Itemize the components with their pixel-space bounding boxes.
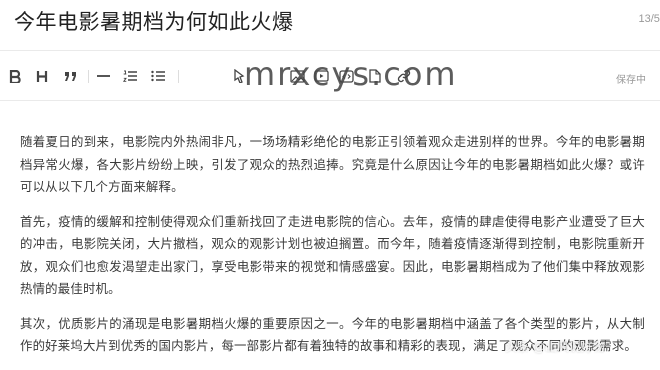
document-title-input[interactable]: 今年电影暑期档为何如此火爆	[14, 6, 294, 36]
unordered-list-icon	[151, 70, 165, 82]
image-button[interactable]	[288, 65, 306, 87]
ordered-list-button[interactable]	[121, 65, 139, 87]
ordered-list-icon	[123, 70, 137, 82]
link-icon	[397, 69, 411, 83]
heading-button[interactable]	[33, 65, 51, 87]
quote-icon	[64, 71, 76, 81]
heading-icon	[36, 70, 48, 82]
image-icon	[289, 69, 305, 83]
paragraph[interactable]: 随着夏日的到来，电影院内外热闹非凡，一场场精彩绝伦的电影正引领着观众走进别样的世…	[20, 131, 645, 199]
code-block-button[interactable]	[337, 65, 355, 87]
editor-content[interactable]: 随着夏日的到来，电影院内外热闹非凡，一场场精彩绝伦的电影正引领着观众走进别样的世…	[20, 131, 645, 370]
link-button[interactable]	[395, 65, 413, 87]
bold-icon	[9, 69, 21, 83]
paint-icon	[234, 69, 245, 83]
horizontal-rule-button[interactable]	[94, 65, 112, 87]
paragraph[interactable]: 其次，优质影片的涌现是电影暑期档火爆的重要原因之一。今年的电影暑期档中涵盖了各个…	[20, 313, 645, 358]
horizontal-rule-icon	[96, 75, 110, 77]
title-bar: 今年电影暑期档为何如此火爆 13/50	[0, 0, 660, 50]
toolbar-separator	[178, 70, 179, 83]
toolbar-separator	[88, 70, 89, 83]
video-icon	[313, 70, 329, 82]
title-character-counter: 13/50	[638, 13, 660, 25]
format-painter-button[interactable]	[230, 65, 248, 87]
unordered-list-button[interactable]	[149, 65, 167, 87]
save-status: 保存中	[616, 75, 646, 86]
toolbar-divider	[0, 100, 660, 101]
paragraph[interactable]: 首先，疫情的缓解和控制使得观众们重新找回了走进电影院的信心。去年，疫情的肆虐使得…	[20, 211, 645, 301]
video-button[interactable]	[312, 65, 330, 87]
bold-button[interactable]	[6, 65, 24, 87]
title-divider	[0, 50, 660, 51]
editor-toolbar: 保存中	[0, 57, 660, 97]
file-icon	[369, 69, 381, 83]
code-icon	[338, 69, 354, 83]
attachment-button[interactable]	[366, 65, 384, 87]
quote-button[interactable]	[61, 65, 79, 87]
